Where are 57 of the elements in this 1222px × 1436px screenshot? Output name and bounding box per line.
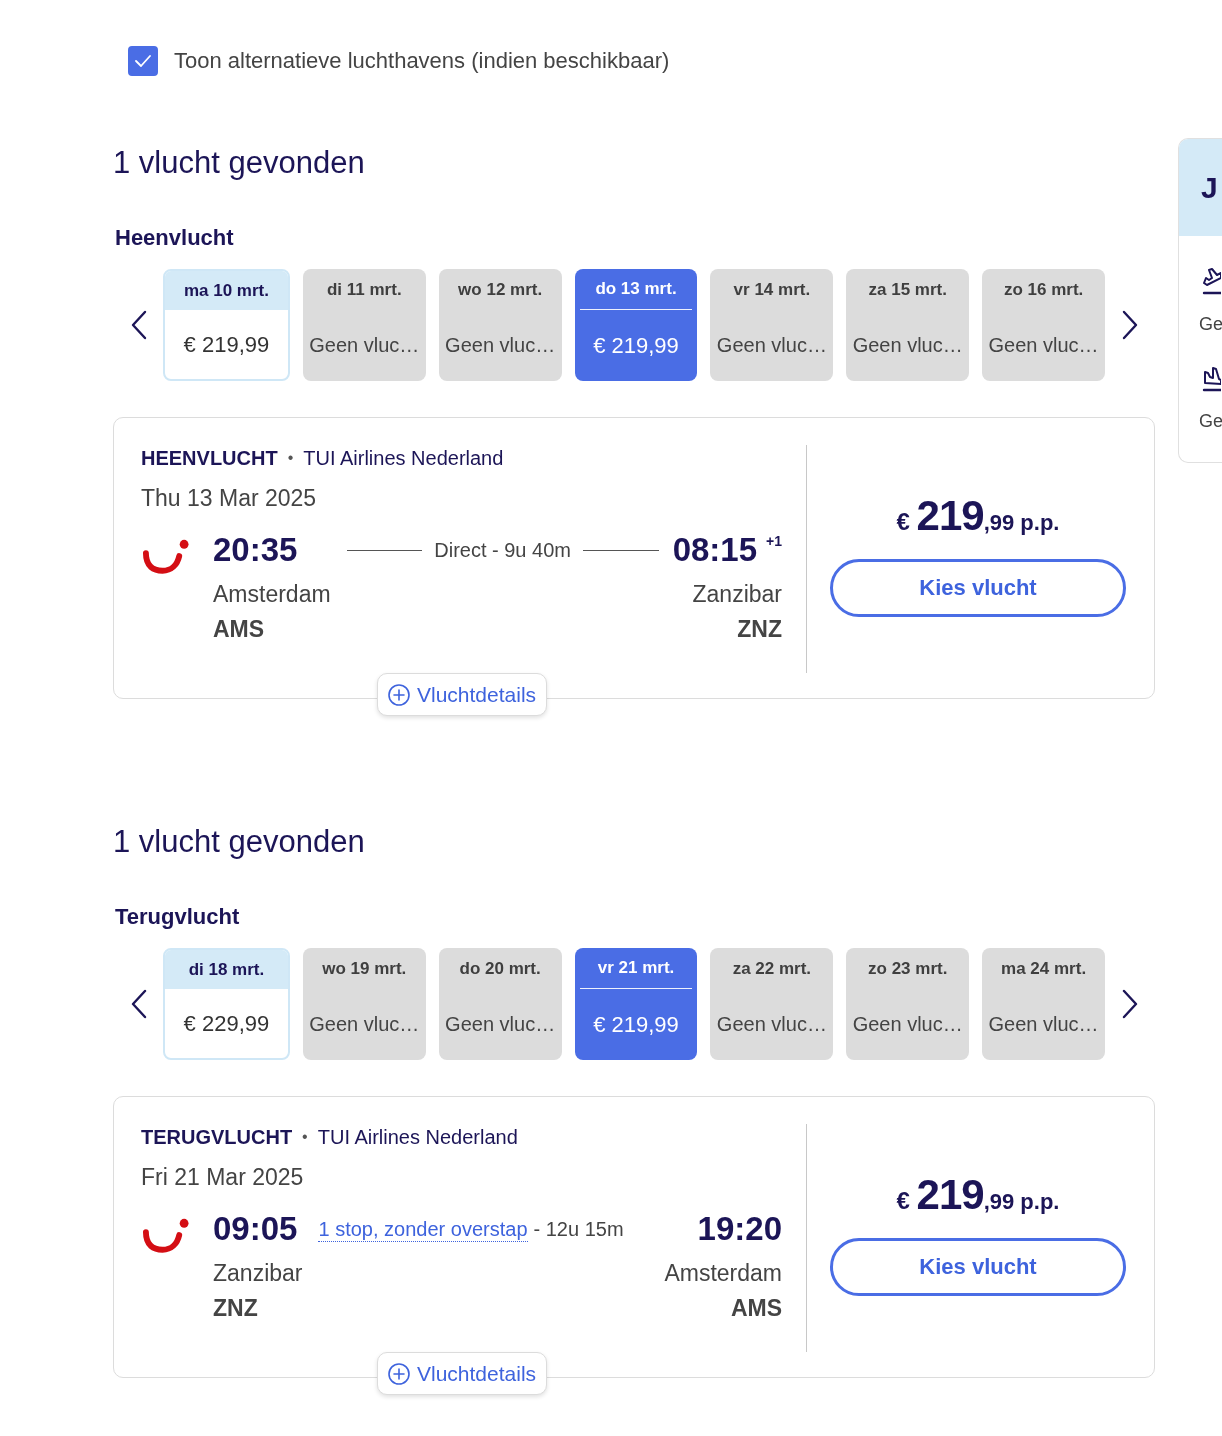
arrival-city: Amsterdam	[664, 1259, 782, 1288]
previous-dates-button[interactable]	[129, 310, 147, 340]
date-tile[interactable]: ma 10 mrt. € 219,99	[163, 269, 290, 381]
separator-dot: •	[287, 448, 294, 468]
side-panel-text: Ge	[1199, 410, 1222, 433]
plus-circle-icon	[388, 683, 410, 706]
departure-city: Zanzibar	[213, 1259, 303, 1288]
select-flight-button[interactable]: Kies vlucht	[830, 1237, 1126, 1296]
airline-name: TUI Airlines Nederland	[303, 446, 504, 471]
flight-date: Thu 13 Mar 2025	[141, 484, 318, 513]
previous-dates-button[interactable]	[129, 989, 147, 1019]
date-tile[interactable]: vr 21 mrt. € 219,99	[574, 948, 698, 1060]
chevron-right-icon	[1121, 989, 1139, 1019]
duration-text: - 12u 15m	[533, 1217, 624, 1241]
next-dates-button[interactable]	[1121, 989, 1139, 1019]
smile-logo-icon	[141, 1217, 190, 1255]
direction-heading: Heenvlucht	[115, 224, 235, 252]
departure-city: Amsterdam	[213, 580, 331, 609]
arrival-time: 19:20	[697, 1209, 782, 1249]
price-text: €219,99 p.p.	[896, 1172, 1060, 1220]
side-panel-title: J	[1201, 169, 1218, 206]
arrival-code: ZNZ	[737, 615, 782, 644]
flight-details-button[interactable]: Vluchtdetails	[377, 1352, 548, 1395]
day-offset-label: +1	[766, 532, 782, 550]
chevron-left-icon	[129, 989, 147, 1019]
side-panel-text: Ge	[1199, 313, 1222, 336]
direction-label: HEENVLUCHT	[141, 446, 278, 471]
select-flight-button[interactable]: Kies vlucht	[830, 558, 1126, 617]
separator-dot: •	[302, 1127, 308, 1147]
airline-name: TUI Airlines Nederland	[317, 1125, 518, 1150]
checkbox[interactable]	[128, 46, 158, 76]
date-tile[interactable]: di 18 mrt. € 229,99	[163, 948, 290, 1060]
results-heading: 1 vlucht gevonden	[113, 144, 366, 182]
checkmark-icon	[135, 55, 151, 67]
price-text: €219,99 p.p.	[896, 493, 1060, 541]
arrival-code: AMS	[730, 1294, 782, 1323]
departure-time: 09:05	[213, 1209, 298, 1249]
arrival-time: 08:15	[672, 530, 758, 570]
chevron-left-icon	[129, 310, 147, 340]
results-heading: 1 vlucht gevonden	[113, 823, 366, 861]
direction-heading: Terugvlucht	[115, 903, 241, 931]
arrival-city: Zanzibar	[692, 580, 782, 609]
smile-logo-icon	[141, 538, 190, 576]
plane-takeoff-icon	[1202, 266, 1221, 296]
date-tile[interactable]: do 13 mrt. € 219,99	[574, 269, 698, 381]
flight-date: Fri 21 Mar 2025	[141, 1163, 305, 1192]
checkbox-label: Toon alternatieve luchthavens (indien beschikbaar)	[174, 47, 670, 75]
departure-code: AMS	[213, 615, 265, 644]
flight-details-button[interactable]: Vluchtdetails	[377, 673, 548, 716]
chevron-right-icon	[1121, 310, 1139, 340]
direction-label: TERUGVLUCHT	[141, 1125, 293, 1150]
departure-code: ZNZ	[213, 1294, 258, 1323]
departure-time: 20:35	[213, 530, 298, 570]
next-dates-button[interactable]	[1121, 310, 1139, 340]
plus-circle-icon	[388, 1362, 410, 1385]
duration-text: Direct - 9u 40m	[434, 538, 571, 562]
stops-link[interactable]: 1 stop, zonder overstap	[318, 1216, 528, 1242]
